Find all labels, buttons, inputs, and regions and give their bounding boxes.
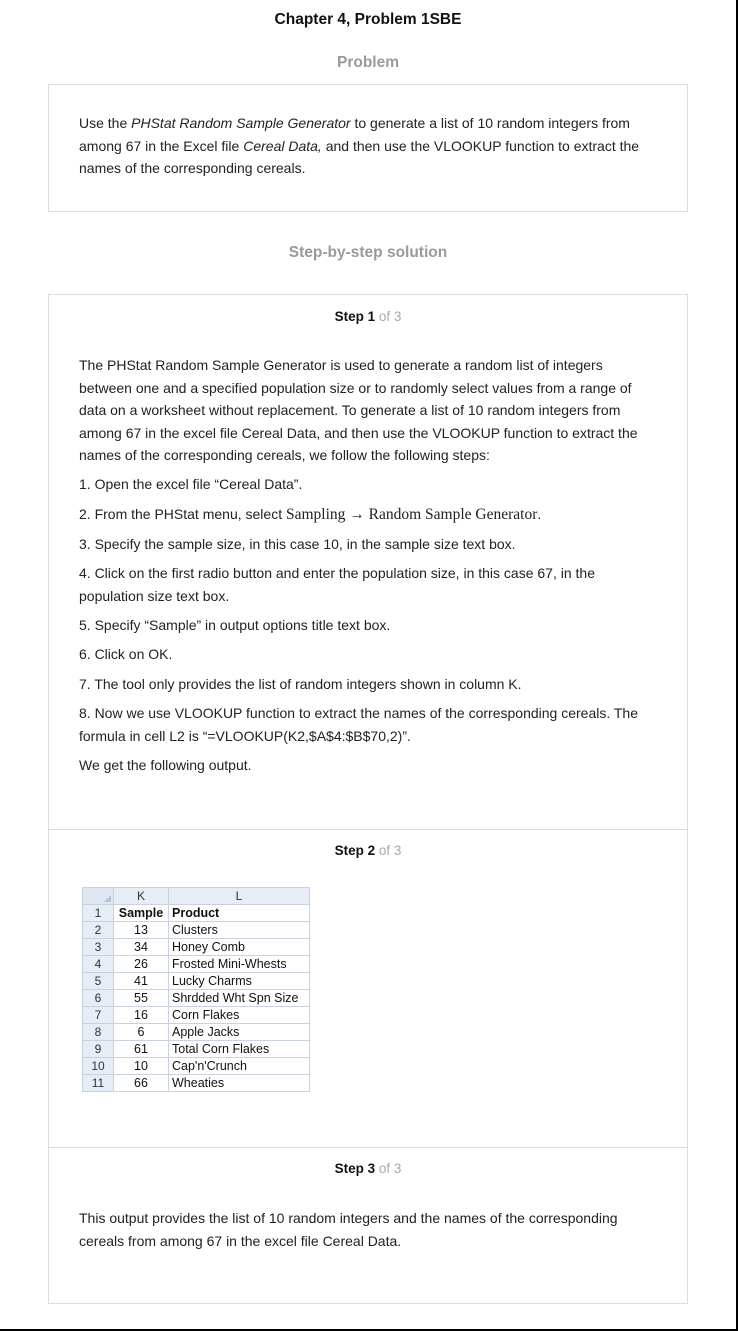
row-number: 3 xyxy=(82,938,114,956)
step-of: of 3 xyxy=(378,309,402,324)
step-1-item-5: 5. Specify “Sample” in output options ti… xyxy=(79,617,391,633)
step-3-header: Step 3 of 3 xyxy=(49,1161,687,1176)
table-row: 10 10 Cap'n'Crunch xyxy=(82,1057,310,1075)
table-row: 3 34 Honey Comb xyxy=(82,938,310,956)
column-header-l: L xyxy=(168,887,310,905)
problem-text-italic: PHStat Random Sample Generator xyxy=(131,115,351,131)
step-2-header: Step 2 of 3 xyxy=(49,843,687,858)
problem-box: Use the PHStat Random Sample Generator t… xyxy=(48,84,688,212)
step-of: of 3 xyxy=(378,1161,402,1176)
cell-product: Lucky Charms xyxy=(168,972,310,990)
cell-sample: 34 xyxy=(113,938,169,956)
cell-sample: 66 xyxy=(113,1074,169,1092)
step-1-item-3: 3. Specify the sample size, in this case… xyxy=(79,536,516,552)
table-row: 7 16 Corn Flakes xyxy=(82,1006,310,1024)
step-of: of 3 xyxy=(378,843,402,858)
problem-text: Use the PHStat Random Sample Generator t… xyxy=(79,112,664,180)
row-number: 6 xyxy=(82,989,114,1007)
row-number: 2 xyxy=(82,921,114,939)
step-1-intro: The PHStat Random Sample Generator is us… xyxy=(79,357,638,463)
item-2-prefix: 2. From the PHStat menu, select xyxy=(79,506,286,522)
row-number: 9 xyxy=(82,1040,114,1058)
cell-sample: Sample xyxy=(113,904,169,922)
cell-product: Total Corn Flakes xyxy=(168,1040,310,1058)
column-header-k: K xyxy=(113,887,169,905)
problem-heading: Problem xyxy=(336,54,399,71)
cell-sample: 13 xyxy=(113,921,169,939)
step-divider xyxy=(49,829,687,830)
problem-text-part: Use the xyxy=(79,115,132,131)
cell-product: Corn Flakes xyxy=(168,1006,310,1024)
row-number: 5 xyxy=(82,972,114,990)
row-number: 1 xyxy=(82,904,114,922)
cell-product: Clusters xyxy=(168,921,310,939)
solution-heading: Step-by-step solution xyxy=(288,244,448,261)
table-row: 1 Sample Product xyxy=(82,904,310,922)
row-number: 11 xyxy=(82,1074,114,1092)
cell-product: Wheaties xyxy=(168,1074,310,1092)
cell-sample: 61 xyxy=(113,1040,169,1058)
table-row: 8 6 Apple Jacks xyxy=(82,1023,310,1041)
menu-path-formula: Sampling → Random Sample Generator xyxy=(285,506,538,523)
problem-text-italic: Cereal Data, xyxy=(243,137,322,154)
cell-product: Frosted Mini-Whests xyxy=(168,955,310,973)
cell-product: Honey Comb xyxy=(168,938,310,956)
excel-output-table: K L 1 Sample Product 2 13 Clusters 3 34 Honey … xyxy=(82,887,310,1092)
row-number: 4 xyxy=(82,955,114,973)
step-label: Step 3 xyxy=(334,1161,376,1176)
cell-product: Cap'n'Crunch xyxy=(168,1057,310,1075)
cell-sample: 41 xyxy=(113,972,169,990)
table-row: 5 41 Lucky Charms xyxy=(82,972,310,990)
step-1-item-4: 4. Click on the first radio button and e… xyxy=(79,565,595,604)
step-1-outro: We get the following output. xyxy=(79,757,252,773)
table-row: 4 26 Frosted Mini-Whests xyxy=(82,955,310,973)
item-2-suffix: . xyxy=(537,506,542,522)
step-divider xyxy=(49,1147,687,1148)
step-1-item-2: 2. From the PHStat menu, select Sampling… xyxy=(79,503,659,527)
page-title: Chapter 4, Problem 1SBE xyxy=(274,11,462,28)
cell-sample: 10 xyxy=(113,1057,169,1075)
step-1-item-1: 1. Open the excel file “Cereal Data”. xyxy=(79,476,303,492)
cell-sample: 6 xyxy=(113,1023,169,1041)
step-label: Step 1 xyxy=(334,309,376,324)
row-number: 7 xyxy=(82,1006,114,1024)
step-3-text: This output provides the list of 10 rand… xyxy=(79,1210,618,1249)
step-label: Step 2 xyxy=(334,843,376,858)
row-number: 8 xyxy=(82,1023,114,1041)
table-row: 6 55 Shrdded Wht Spn Size xyxy=(82,989,310,1007)
step-1-header: Step 1 of 3 xyxy=(49,309,687,324)
step-1-item-8: 8. Now we use VLOOKUP function to extrac… xyxy=(79,705,639,744)
table-row: 11 66 Wheaties xyxy=(82,1074,310,1092)
cell-product: Shrdded Wht Spn Size xyxy=(168,989,310,1007)
select-all-corner xyxy=(82,887,114,905)
table-row: 2 13 Clusters xyxy=(82,921,310,939)
table-row: 9 61 Total Corn Flakes xyxy=(82,1040,310,1058)
cell-product: Product xyxy=(168,904,310,922)
cell-sample: 26 xyxy=(113,955,169,973)
step-1-item-7: 7. The tool only provides the list of ra… xyxy=(79,676,522,692)
column-header-row: K L xyxy=(82,887,310,905)
cell-sample: 16 xyxy=(113,1006,169,1024)
row-number: 10 xyxy=(82,1057,114,1075)
cell-sample: 55 xyxy=(113,989,169,1007)
cell-product: Apple Jacks xyxy=(168,1023,310,1041)
step-1-item-6: 6. Click on OK. xyxy=(79,646,173,662)
solution-box: Step 1 of 3 The PHStat Random Sample Gen… xyxy=(48,294,688,1304)
